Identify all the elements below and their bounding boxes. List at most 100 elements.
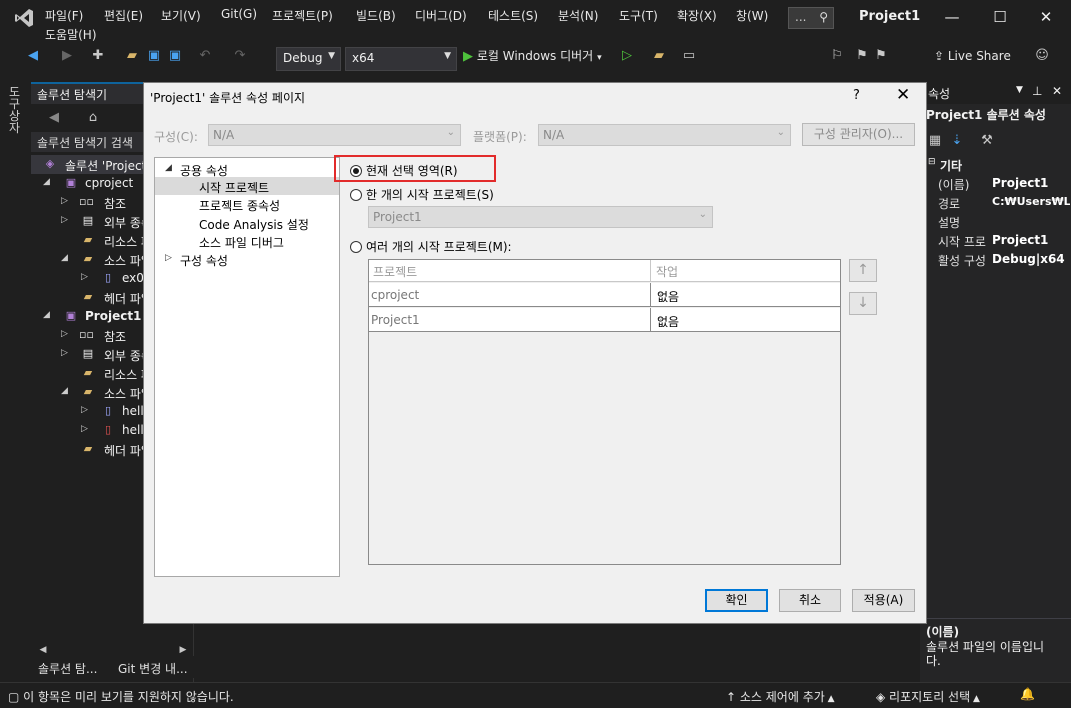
close-window-icon[interactable]: ✕ bbox=[1031, 4, 1061, 30]
cancel-button[interactable]: 취소 bbox=[779, 589, 841, 612]
redo-icon[interactable]: ↷ bbox=[231, 47, 249, 65]
start-without-debug-icon[interactable]: ▷ bbox=[618, 47, 636, 65]
nav-item-project-dependencies[interactable]: 프로젝트 종속성 bbox=[155, 195, 339, 213]
minimize-icon[interactable]: — bbox=[937, 4, 967, 30]
ready-icon: ▢ bbox=[8, 690, 24, 704]
property-row[interactable]: 시작 프로 Project1 bbox=[920, 231, 1071, 250]
property-row[interactable]: 설명 bbox=[920, 212, 1071, 231]
table-row[interactable]: Project1 없음 ⌄ bbox=[369, 308, 840, 332]
menu-project[interactable]: 프로젝트(P) bbox=[272, 7, 333, 24]
run-debugger-button[interactable]: ▶ 로컬 Windows 디버거 ▾ bbox=[463, 47, 602, 64]
open-folder-icon[interactable]: ▰ bbox=[123, 47, 141, 65]
action-select[interactable]: 없음 ⌄ bbox=[650, 308, 840, 332]
new-project-icon[interactable]: ✚ bbox=[89, 47, 107, 65]
table-row[interactable]: cproject 없음 ⌄ bbox=[369, 283, 840, 307]
nav-item-code-analysis[interactable]: Code Analysis 설정 bbox=[155, 214, 339, 232]
apply-button[interactable]: 적용(A) bbox=[852, 589, 915, 612]
notifications-icon[interactable]: 🔔 bbox=[1020, 687, 1035, 701]
nav-item-debug-source-files[interactable]: 소스 파일 디버그 bbox=[155, 232, 339, 250]
live-share-button[interactable]: ⇪ Live Share bbox=[934, 49, 1011, 63]
radio-current-selection[interactable]: 현재 선택 영역(R) bbox=[350, 162, 458, 179]
platform-select[interactable]: N/A ⌄ bbox=[538, 124, 791, 146]
close-icon[interactable]: ✕ bbox=[1052, 84, 1062, 98]
platform-select-value: N/A bbox=[543, 128, 565, 142]
chevron-down-icon[interactable]: ▼ bbox=[1016, 85, 1023, 95]
select-repository-button[interactable]: ◈ 리포지토리 선택 ▲ bbox=[876, 688, 980, 705]
menu-edit[interactable]: 편집(E) bbox=[104, 7, 143, 24]
sort-alpha-icon[interactable]: ⇣ bbox=[948, 132, 966, 150]
solution-icon: ◈ bbox=[45, 157, 55, 170]
dialog-close-icon[interactable]: ✕ bbox=[896, 85, 910, 105]
menu-tools[interactable]: 도구(T) bbox=[619, 7, 658, 24]
action-select[interactable]: 없음 ⌄ bbox=[650, 283, 840, 307]
config-select[interactable]: N/A ⌄ bbox=[208, 124, 461, 146]
property-value: Debug|x64 bbox=[992, 252, 1065, 266]
arrow-up-icon: ↑ bbox=[857, 262, 869, 278]
nav-item-label: 시작 프로젝트 bbox=[199, 181, 270, 195]
folder-icon[interactable]: ▰ bbox=[650, 47, 668, 65]
config-manager-button[interactable]: 구성 관리자(O)... bbox=[802, 123, 915, 146]
property-row[interactable]: (이름) Project1 bbox=[920, 174, 1071, 193]
cpp-project-icon: ▣ bbox=[65, 176, 77, 189]
menu-extensions[interactable]: 확장(X) bbox=[677, 7, 717, 24]
expand-icon: ◢ bbox=[165, 163, 172, 173]
menu-test[interactable]: 테스트(S) bbox=[488, 7, 538, 24]
tree-item-label: Project1 bbox=[85, 309, 142, 323]
properties-title[interactable]: Project1 솔루션 속성 bbox=[926, 106, 1046, 123]
save-all-icon[interactable]: ▣ bbox=[166, 47, 184, 65]
radio-single-startup[interactable]: 한 개의 시작 프로젝트(S) bbox=[350, 186, 494, 203]
nav-item-common-properties[interactable]: ◢ 공용 속성 bbox=[155, 160, 339, 178]
property-row[interactable]: 경로 C:₩Users₩L bbox=[920, 193, 1071, 212]
single-startup-select[interactable]: Project1 ⌄ bbox=[368, 206, 713, 228]
grid-project-name: Project1 bbox=[371, 313, 420, 327]
layout-icon[interactable]: ▭ bbox=[680, 47, 698, 65]
toolbox-tab[interactable]: 도구 상자 bbox=[9, 86, 23, 134]
platform-combo[interactable]: x64 ▼ bbox=[345, 47, 457, 71]
properties-header-label: 속성 bbox=[928, 87, 951, 101]
menu-analyze[interactable]: 분석(N) bbox=[558, 7, 598, 24]
radio-multiple-startup[interactable]: 여러 개의 시작 프로젝트(M): bbox=[350, 238, 512, 255]
categorized-icon[interactable]: ▦ bbox=[926, 132, 944, 150]
expand-icon: ◢ bbox=[43, 177, 50, 187]
undo-icon[interactable]: ↶ bbox=[196, 47, 214, 65]
search-icon: ⚲ bbox=[819, 10, 828, 24]
nav-item-startup-project[interactable]: 시작 프로젝트 bbox=[155, 177, 339, 195]
menu-debug[interactable]: 디버그(D) bbox=[415, 7, 467, 24]
move-down-button[interactable]: ↓ bbox=[849, 292, 877, 315]
bookmark-icon[interactable]: ⚐ bbox=[828, 47, 846, 65]
property-row[interactable]: 활성 구성 Debug|x64 bbox=[920, 250, 1071, 269]
expand-icon: ◢ bbox=[43, 310, 50, 320]
config-combo[interactable]: Debug ▼ bbox=[276, 47, 341, 71]
menu-window[interactable]: 창(W) bbox=[736, 7, 768, 24]
back-icon[interactable]: ◀ bbox=[24, 47, 42, 65]
back-icon[interactable]: ◀ bbox=[45, 109, 63, 127]
home-icon[interactable]: ⌂ bbox=[84, 109, 102, 127]
menu-git[interactable]: Git(G) bbox=[221, 7, 257, 21]
add-to-source-control-button[interactable]: ↑ 소스 제어에 추가 ▲ bbox=[726, 688, 835, 705]
tab-solution-explorer[interactable]: 솔루션 탐... bbox=[38, 660, 97, 677]
radio-single-label: 한 개의 시작 프로젝트(S) bbox=[366, 188, 494, 202]
forward-icon[interactable]: ▶ bbox=[58, 47, 76, 65]
nav-item-configuration-properties[interactable]: ▷ 구성 속성 bbox=[155, 250, 339, 268]
maximize-icon[interactable]: ☐ bbox=[985, 4, 1015, 30]
tab-git-changes[interactable]: Git 변경 내... bbox=[118, 660, 188, 677]
pin-icon[interactable]: ⊥ bbox=[1032, 84, 1042, 98]
menu-file[interactable]: 파일(F) bbox=[45, 7, 83, 24]
collapse-icon: ▷ bbox=[61, 348, 68, 358]
ok-button[interactable]: 확인 bbox=[705, 589, 768, 612]
search-box[interactable]: ... ⚲ bbox=[788, 7, 834, 29]
menu-help[interactable]: 도움말(H) bbox=[45, 26, 97, 43]
help-button[interactable]: ? bbox=[853, 88, 860, 103]
menu-view[interactable]: 보기(V) bbox=[161, 7, 201, 24]
visual-studio-logo-icon[interactable] bbox=[12, 6, 36, 30]
property-pages-icon[interactable]: ⚒ bbox=[978, 132, 996, 150]
move-up-button[interactable]: ↑ bbox=[849, 259, 877, 282]
feedback-icon[interactable]: ☺ bbox=[1033, 47, 1051, 65]
filter-folder-icon: ▰ bbox=[83, 366, 93, 379]
property-category[interactable]: ⊟ 기타 bbox=[920, 155, 1071, 174]
menu-build[interactable]: 빌드(B) bbox=[356, 7, 396, 24]
bookmark-next-icon[interactable]: ⚑ bbox=[872, 47, 890, 65]
bookmark-prev-icon[interactable]: ⚑ bbox=[853, 47, 871, 65]
save-icon[interactable]: ▣ bbox=[145, 47, 163, 65]
c-file-icon: ▯ bbox=[104, 404, 112, 417]
